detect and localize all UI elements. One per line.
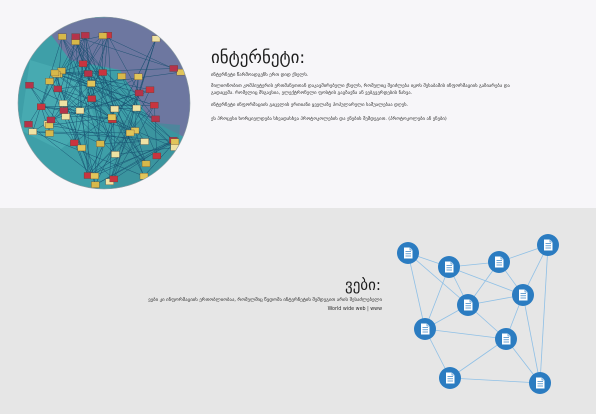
- globe-computer-icon: [170, 138, 180, 145]
- globe-computer-icon: [110, 105, 119, 113]
- web-network-diagram: [397, 234, 559, 394]
- globe-computer-icon: [90, 172, 99, 180]
- globe-computer-icon: [152, 152, 162, 160]
- globe-computer-icon: [59, 107, 69, 114]
- globe-computer-icon: [28, 128, 37, 135]
- globe-computer-icon: [71, 33, 80, 40]
- globe-computer-icon: [53, 85, 62, 93]
- web-title: ვები:: [345, 276, 381, 294]
- globe-computer-icon: [98, 32, 108, 39]
- globe-computer-icon: [117, 73, 126, 80]
- document-icon: [537, 234, 559, 256]
- globe-computer-icon: [109, 175, 118, 183]
- internet-text-line-2: მილიონობით კომპიუტერის ერთმანეთთან დაკავ…: [211, 84, 510, 89]
- globe-computer-icon: [70, 139, 79, 147]
- globe-computer-icon: [134, 73, 143, 80]
- internet-globe-illustration: [17, 16, 191, 190]
- globe-computer-icon: [61, 113, 70, 120]
- globe-computer-icon: [81, 32, 90, 39]
- globe-computer-icon: [58, 33, 67, 40]
- globe-computer-icon: [151, 115, 160, 123]
- network-link: [522, 294, 541, 384]
- internet-text-line-1: ინტერნეტი წარმოადგენს ერთ დიდ ქსელს.: [211, 73, 309, 78]
- globe-computer-icon: [169, 65, 178, 72]
- globe-computer-icon: [24, 121, 33, 128]
- globe-computer-icon: [59, 100, 68, 107]
- network-link: [449, 377, 541, 384]
- document-icon: [439, 367, 461, 389]
- globe-computer-icon: [134, 89, 144, 97]
- network-link: [407, 252, 469, 306]
- globe-computer-icon: [75, 107, 85, 114]
- globe-computer-icon: [77, 144, 86, 152]
- globe-computer-icon: [25, 82, 34, 89]
- network-link: [407, 252, 426, 330]
- globe-computer-icon: [111, 151, 120, 158]
- internet-text-line-5: ეს პროცესი ხორციელდება სხვადასხვა პროტოკ…: [211, 117, 447, 122]
- document-icon: [397, 242, 419, 264]
- internet-text-line-4: ინტერნეტი ინფორმაციის გაცვლის ერთიანი ყვ…: [211, 103, 409, 108]
- document-icon: [495, 328, 517, 350]
- globe-computer-icon: [141, 160, 151, 167]
- globe-computer-icon: [87, 80, 96, 87]
- globe-computer-icon: [91, 181, 100, 188]
- network-link: [424, 328, 507, 340]
- globe-computer-icon: [107, 114, 117, 121]
- document-icon: [438, 256, 460, 278]
- document-icon: [512, 284, 534, 306]
- web-text-line-1: ვები კი ინფორმაციის ერთობლიობაა, რომელში…: [148, 298, 382, 303]
- globe-computer-icon: [139, 173, 149, 180]
- globe-computer-icon: [145, 86, 155, 93]
- globe-computer-icon: [45, 130, 54, 137]
- internet-title: ინტერნეტი:: [211, 48, 306, 68]
- globe-computer-icon: [87, 95, 96, 102]
- document-icon: [414, 318, 436, 340]
- document-icon: [488, 251, 510, 273]
- document-icon: [457, 294, 479, 316]
- network-link: [448, 266, 524, 296]
- globe-computer-icon: [50, 69, 60, 77]
- internet-text-line-3: გადაცემა. რომელიც მსგავსია, ელექტრონული …: [211, 91, 413, 96]
- network-link: [539, 244, 549, 384]
- globe-computer-icon: [150, 102, 159, 109]
- globe-computer-icon: [37, 103, 46, 110]
- globe-computer-icon: [132, 104, 141, 112]
- globe-computer-icon: [45, 122, 54, 129]
- globe-computer-icon: [96, 140, 105, 147]
- globe-computer-icon: [78, 60, 88, 67]
- globe-computer-icon: [98, 69, 107, 76]
- web-text-line-2: World wide web | www: [327, 307, 382, 312]
- document-icon: [529, 372, 551, 394]
- globe-computer-icon: [125, 129, 135, 137]
- globe-computer-icon: [46, 116, 56, 124]
- globe-computer-icon: [45, 78, 54, 85]
- globe-computer-icon: [84, 70, 93, 77]
- globe-computer-icon: [140, 138, 149, 145]
